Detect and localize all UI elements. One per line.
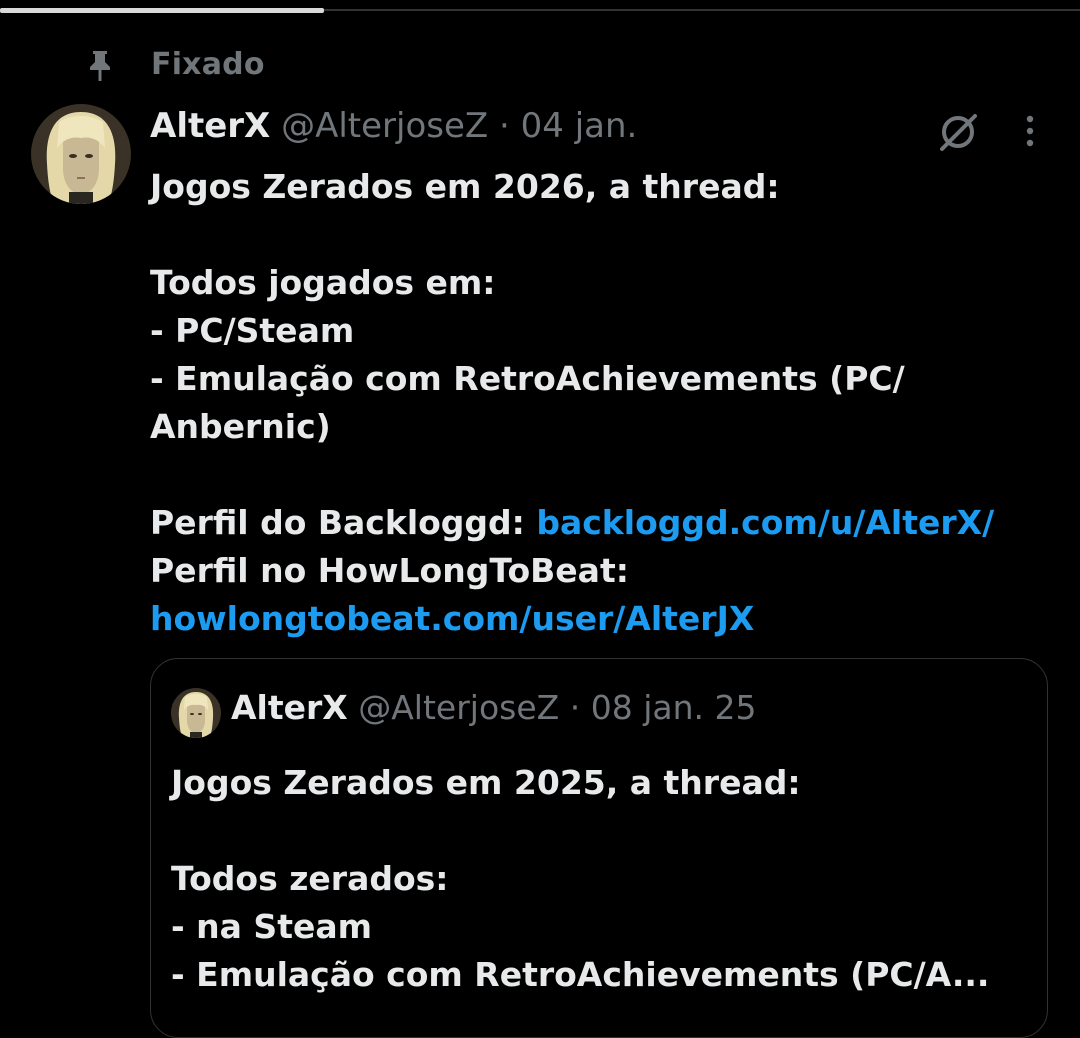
backloggd-link[interactable]: backloggd.com/u/AlterX/ — [536, 503, 994, 542]
progress-fill — [0, 8, 324, 13]
backloggd-label: Perfil do Backloggd: — [150, 503, 537, 542]
pin-icon — [84, 48, 116, 84]
top-progress-bar — [0, 0, 1080, 14]
quoted-text-line: Todos zerados: — [171, 859, 449, 898]
quoted-tweet-text: Jogos Zerados em 2025, a thread: Todos z… — [171, 759, 1031, 999]
tweet-text-line: Jogos Zerados em 2026, a thread: — [150, 167, 780, 206]
avatar[interactable] — [31, 104, 131, 204]
more-icon[interactable] — [1012, 110, 1048, 154]
hltb-link[interactable]: howlongtobeat.com/user/AlterJX — [150, 595, 1050, 643]
grok-icon[interactable] — [934, 108, 982, 156]
backloggd-line: Perfil do Backloggd: backloggd.com/u/Alt… — [150, 499, 1050, 547]
quoted-text-line: - Emulação com RetroAchievements (PC/A..… — [171, 955, 990, 994]
tweet-date[interactable]: 04 jan. — [521, 106, 638, 146]
quoted-avatar — [171, 688, 221, 738]
header-separator: · — [488, 106, 521, 146]
quoted-author-name: AlterX — [231, 688, 348, 727]
quoted-text-line: Jogos Zerados em 2025, a thread: — [171, 763, 801, 802]
quoted-tweet-header: AlterX @AlterjoseZ · 08 jan. 25 — [231, 688, 757, 727]
author-name[interactable]: AlterX — [150, 106, 270, 146]
tweet-text-line: Anbernic) — [150, 407, 331, 446]
tweet-text: Jogos Zerados em 2026, a thread: Todos j… — [150, 163, 1050, 643]
quoted-tweet-date: 08 jan. 25 — [590, 688, 757, 727]
tweet-text-line: - PC/Steam — [150, 311, 355, 350]
author-handle[interactable]: @AlterjoseZ — [281, 106, 488, 146]
quoted-header-separator: · — [559, 688, 591, 727]
tweet-header: AlterX @AlterjoseZ · 04 jan. — [150, 106, 637, 154]
tweet-text-line: - Emulação com RetroAchievements (PC/ — [150, 359, 905, 398]
tweet-text-line: Todos jogados em: — [150, 263, 496, 302]
pinned-indicator: Fixado — [0, 44, 1080, 88]
pinned-label: Fixado — [151, 47, 265, 82]
quoted-author-handle: @AlterjoseZ — [358, 688, 560, 727]
hltb-label: Perfil no HowLongToBeat: — [150, 551, 629, 590]
quoted-text-line: - na Steam — [171, 907, 373, 946]
quoted-tweet-card[interactable]: AlterX @AlterjoseZ · 08 jan. 25 Jogos Ze… — [150, 658, 1048, 1038]
